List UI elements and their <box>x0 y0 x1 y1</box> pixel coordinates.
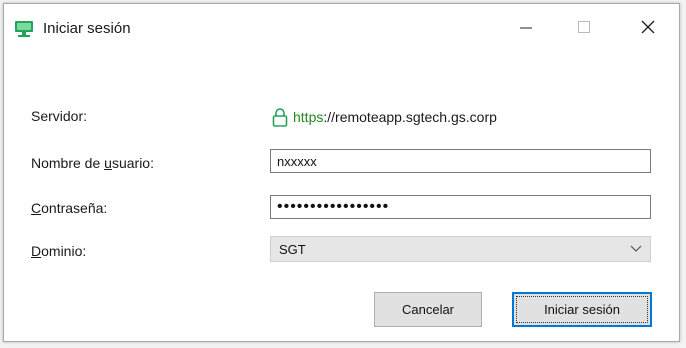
username-label: Nombre de usuario: <box>31 155 154 171</box>
domain-label-suffix: ominio: <box>41 243 87 259</box>
username-input[interactable] <box>270 149 651 173</box>
username-label-accesskey: u <box>104 155 112 171</box>
cancel-button[interactable]: Cancelar <box>374 292 482 327</box>
minimize-icon <box>520 27 532 29</box>
close-button[interactable] <box>620 4 676 50</box>
maximize-icon <box>578 21 590 33</box>
server-address: ://remoteapp.sgtech.gs.corp <box>323 109 497 125</box>
password-input[interactable] <box>270 195 651 219</box>
server-label: Servidor: <box>31 108 88 124</box>
window-title: Iniciar sesión <box>43 20 131 37</box>
title-bar: Iniciar sesión <box>4 4 679 50</box>
sign-in-button[interactable]: Iniciar sesión <box>512 292 652 327</box>
cancel-button-label: Cancelar <box>401 302 455 317</box>
close-icon <box>641 20 655 34</box>
domain-selected-value: SGT <box>279 241 306 257</box>
domain-label: Dominio: <box>31 243 86 259</box>
password-label: Contraseña: <box>31 200 107 216</box>
server-scheme: https <box>293 109 324 125</box>
sign-in-button-label: Iniciar sesión <box>544 302 620 317</box>
lock-icon <box>272 108 288 127</box>
domain-select[interactable]: SGT <box>270 236 651 262</box>
minimize-button[interactable] <box>498 4 554 50</box>
login-dialog: Iniciar sesión Servidor: https://remotea… <box>3 3 680 342</box>
password-label-suffix: ontraseña: <box>41 200 108 216</box>
domain-label-accesskey: D <box>31 243 42 259</box>
server-value: https://remoteapp.sgtech.gs.corp <box>271 107 497 127</box>
username-label-suffix: suario: <box>111 155 154 171</box>
password-label-accesskey: C <box>31 200 42 216</box>
username-label-prefix: Nombre de <box>31 155 105 171</box>
chevron-down-icon <box>630 245 642 252</box>
maximize-button[interactable] <box>556 4 612 50</box>
remote-desktop-icon <box>15 21 33 37</box>
